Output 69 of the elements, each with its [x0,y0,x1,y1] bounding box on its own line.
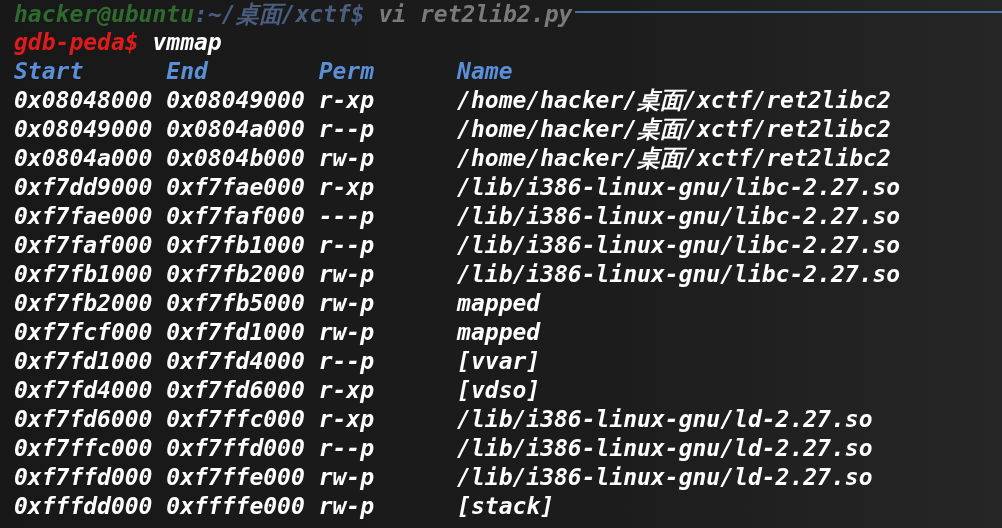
table-cell-text: r-xp [318,173,375,202]
table-cell-text: 0xf7fb2000 [166,260,306,289]
gdb-prompt: gdb-peda$ [14,28,139,57]
table-cell-text: r--p [318,347,375,376]
table-cell-text: 0xf7fb2000 [14,289,154,318]
table-cell-text: rw-p [318,318,375,347]
table-cell-text: 0xf7fae000 [14,202,154,231]
table-cell-text: rw-p [318,144,375,173]
table-cell-text: 0xf7fae000 [166,173,306,202]
table-cell: [stack] [457,492,555,521]
table-cell-text: 0xf7ffd000 [166,434,306,463]
table-cell-text: r--p [318,115,375,144]
table-cell-text: r-xp [318,86,375,115]
table-cell-text: 0x0804a000 [166,115,306,144]
table-cell-text: 0x08048000 [14,86,154,115]
table-cell-text: 0x0804b000 [166,144,306,173]
table-cell-text: 0x0804a000 [14,144,154,173]
column-header: Perm [318,57,375,86]
table-cell-text: 0xf7ffc000 [14,434,154,463]
table-cell-text: r--p [318,434,375,463]
table-cell-text: 0xffffe000 [166,492,306,521]
table-cell: [vdso] [457,376,541,405]
column-header: Name [457,57,513,86]
table-cell: mapped [457,289,541,318]
table-cell-text: 0xf7ffc000 [166,405,306,434]
table-cell-text: rw-p [318,463,375,492]
table-cell: /lib/i386-linux-gnu/ld-2.27.so [457,434,873,463]
table-cell-text: 0xf7fd4000 [166,347,306,376]
table-cell: mapped [457,318,541,347]
table-cell-text: 0xf7faf000 [14,231,154,260]
table-cell-text: 0xf7fcf000 [14,318,154,347]
table-cell-text: ---p [318,202,375,231]
table-cell: [vvar] [457,347,541,376]
table-cell: /lib/i386-linux-gnu/ld-2.27.so [457,463,873,492]
table-cell: /lib/i386-linux-gnu/ld-2.27.so [457,405,873,434]
table-cell-text: 0xf7fb5000 [166,289,306,318]
table-cell-text: 0x08049000 [166,86,306,115]
table-cell-text: r-xp [318,376,375,405]
column-header: End [166,57,210,86]
table-cell-text: r-xp [318,405,375,434]
table-cell-text: 0xfffdd000 [14,492,154,521]
shell-path: :~/桌面/xctf$ [194,0,365,28]
table-cell: /home/hacker/桌面/xctf/ret2libc2 [457,86,891,115]
table-cell-text: 0xf7fd6000 [166,376,306,405]
table-cell: /home/hacker/桌面/xctf/ret2libc2 [457,144,891,173]
shell-command: vi ret2lib2.py [378,0,573,28]
table-cell: /lib/i386-linux-gnu/libc-2.27.so [457,173,901,202]
table-cell-text: rw-p [318,492,375,521]
table-cell-text: 0xf7fb1000 [14,260,154,289]
table-cell-text: 0xf7fd1000 [166,318,306,347]
gdb-command: vmmap [152,28,222,57]
table-cell-text: 0xf7fd4000 [14,376,154,405]
table-cell-text: 0xf7ffd000 [14,463,154,492]
table-cell-text: 0xf7ffe000 [166,463,306,492]
column-header: Start [14,57,85,86]
shell-prompt: hacker@ubuntu [14,0,194,28]
table-cell-text: 0xf7dd9000 [14,173,154,202]
table-cell-text: 0xf7faf000 [166,202,306,231]
table-cell-text: rw-p [318,289,375,318]
table-cell: /home/hacker/桌面/xctf/ret2libc2 [457,115,891,144]
table-cell-text: 0xf7fd6000 [14,405,154,434]
table-cell-text: rw-p [318,260,375,289]
table-cell-text: 0xf7fd1000 [14,347,154,376]
table-cell: /lib/i386-linux-gnu/libc-2.27.so [457,231,901,260]
table-cell: /lib/i386-linux-gnu/libc-2.27.so [457,260,901,289]
table-cell: /lib/i386-linux-gnu/libc-2.27.so [457,202,901,231]
table-cell-text: 0x08049000 [14,115,154,144]
table-cell-text: 0xf7fb1000 [166,231,306,260]
table-cell-text: r--p [318,231,375,260]
